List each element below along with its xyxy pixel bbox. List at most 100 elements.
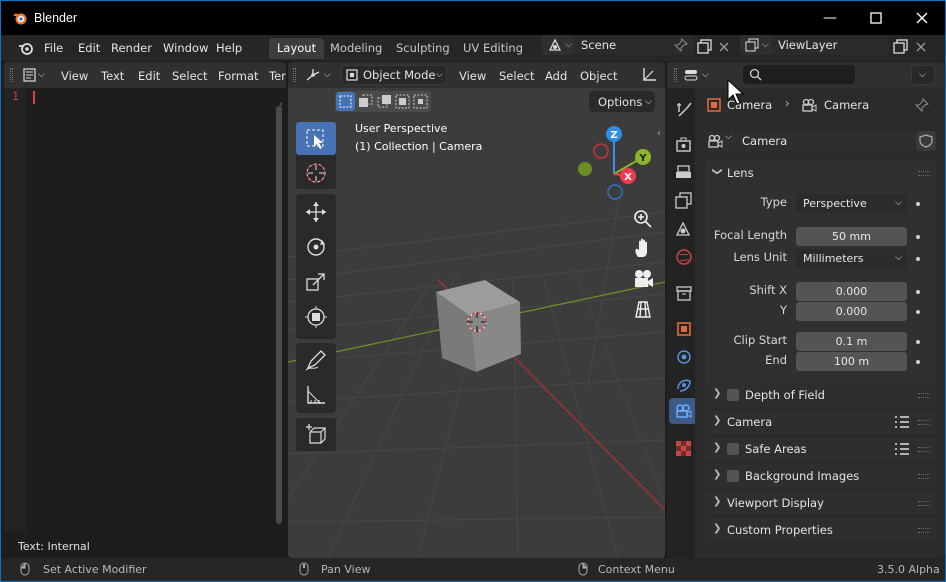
pin-icon[interactable] (674, 38, 688, 52)
blender-menu-icon[interactable] (18, 40, 34, 56)
text-menu-text[interactable]: Text (101, 69, 124, 83)
drag-handle-icon[interactable] (674, 68, 677, 82)
delete-viewlayer-icon[interactable] (916, 42, 926, 52)
rotate-tool[interactable] (296, 230, 336, 263)
properties-options-button[interactable]: ⌵ (911, 65, 935, 85)
text-menu-format[interactable]: Format (218, 69, 259, 83)
camera-panel[interactable]: ❯ Camera (705, 410, 936, 434)
perspective-grid-icon[interactable] (631, 297, 655, 321)
keyframe-dot-icon[interactable] (916, 360, 920, 364)
pan-hand-icon[interactable] (631, 237, 655, 261)
transform-orientation-icon[interactable] (641, 67, 657, 83)
menu-window[interactable]: Window (163, 41, 208, 55)
viewport-menu-select[interactable]: Select (499, 69, 534, 83)
panel-grip-icon[interactable] (918, 447, 930, 452)
select-extend-icon[interactable] (358, 94, 373, 109)
view-layer-tab-icon[interactable] (675, 192, 693, 210)
texture-tab-icon[interactable] (675, 440, 693, 458)
panel-grip-icon[interactable] (918, 474, 930, 479)
lens-panel-header[interactable]: ❯ Lens (705, 160, 936, 186)
panel-grip-icon[interactable] (918, 393, 930, 398)
panel-grip-icon[interactable] (918, 420, 930, 425)
viewport-display-panel[interactable]: ❯ Viewport Display (705, 491, 936, 515)
sidebar-toggle-icon[interactable]: ‹ (279, 100, 283, 110)
scene-name-field[interactable]: Scene (574, 35, 694, 55)
shift-x-field[interactable]: 0.000 (796, 282, 907, 301)
keyframe-dot-icon[interactable] (916, 310, 920, 314)
safe-areas-checkbox[interactable] (727, 443, 739, 455)
annotate-tool[interactable] (296, 343, 336, 376)
viewport-menu-view[interactable]: View (459, 69, 486, 83)
preset-list-icon[interactable] (894, 415, 910, 429)
safe-areas-panel[interactable]: ❯ Safe Areas (705, 437, 936, 461)
text-menu-edit[interactable]: Edit (138, 69, 160, 83)
collection-tab-icon[interactable] (675, 284, 693, 302)
tab-sculpting[interactable]: Sculpting (388, 38, 458, 59)
new-viewlayer-icon[interactable] (893, 39, 909, 55)
tool-settings-tab-icon[interactable] (675, 100, 693, 118)
tab-uv-editing[interactable]: UV Editing (455, 38, 531, 59)
render-tab-icon[interactable] (675, 136, 693, 154)
editor-type-button[interactable]: ⌵ (301, 65, 335, 85)
menu-file[interactable]: File (44, 41, 63, 55)
maximize-button[interactable] (853, 1, 899, 35)
move-tool[interactable] (296, 195, 336, 228)
editor-type-button[interactable]: ⌵ (681, 65, 713, 85)
camera-view-icon[interactable] (631, 267, 655, 291)
delete-scene-icon[interactable] (719, 42, 729, 52)
shift-y-field[interactable]: 0.000 (796, 302, 907, 321)
keyframe-dot-icon[interactable] (916, 202, 920, 206)
default-cube[interactable] (428, 274, 528, 379)
text-menu-view[interactable]: View (61, 69, 88, 83)
menu-render[interactable]: Render (111, 41, 152, 55)
options-dropdown[interactable]: Options ⌵ (589, 91, 655, 112)
keyframe-dot-icon[interactable] (916, 340, 920, 344)
menu-edit[interactable]: Edit (78, 41, 100, 55)
keyframe-dot-icon[interactable] (916, 290, 920, 294)
tab-layout[interactable]: Layout (269, 38, 325, 59)
tab-modeling[interactable]: Modeling (322, 38, 390, 59)
camera-datablock-name-field[interactable]: Camera (735, 131, 915, 151)
sidebar-toggle-icon[interactable]: ‹ (657, 128, 661, 139)
navigation-gizmo[interactable]: Z Y X (571, 122, 661, 202)
properties-search-input[interactable] (743, 65, 855, 84)
panel-grip-icon[interactable] (918, 171, 930, 176)
select-new-button[interactable] (336, 92, 355, 111)
depth-of-field-checkbox[interactable] (727, 389, 739, 401)
text-menu-select[interactable]: Select (172, 69, 207, 83)
editor-type-button[interactable]: ⌵ (19, 65, 49, 85)
menu-help[interactable]: Help (216, 41, 242, 55)
close-window-button[interactable] (899, 1, 945, 35)
text-menu-templates[interactable]: Ter (269, 69, 286, 83)
zoom-icon[interactable] (631, 207, 655, 231)
world-tab-icon[interactable] (675, 248, 693, 266)
depth-of-field-panel[interactable]: ❯ Depth of Field (705, 383, 936, 407)
drag-handle-icon[interactable] (293, 68, 296, 82)
panel-grip-icon[interactable] (918, 528, 930, 533)
vertical-scrollbar[interactable] (276, 106, 282, 524)
scale-tool[interactable] (296, 265, 336, 298)
cursor-tool[interactable] (296, 156, 336, 189)
keyframe-dot-icon[interactable] (916, 235, 920, 239)
object-tab-icon[interactable] (675, 320, 693, 338)
lens-type-dropdown[interactable]: Perspective ⌵ (796, 194, 907, 213)
viewport-menu-add[interactable]: Add (545, 69, 567, 83)
viewport-menu-object[interactable]: Object (580, 69, 617, 83)
clip-end-field[interactable]: 100 m (796, 352, 907, 371)
text-area[interactable] (26, 88, 274, 532)
select-invert-icon[interactable] (395, 94, 410, 109)
constraints-tab-icon[interactable] (675, 376, 693, 394)
lens-unit-dropdown[interactable]: Millimeters ⌵ (796, 249, 907, 268)
pin-icon[interactable] (915, 98, 929, 112)
preset-list-icon[interactable] (894, 442, 910, 456)
mode-dropdown[interactable]: Object Mode ⌵ (341, 65, 447, 85)
clip-start-field[interactable]: 0.1 m (796, 332, 907, 351)
select-box-tool[interactable] (296, 122, 336, 155)
panel-grip-icon[interactable] (918, 501, 930, 506)
background-images-checkbox[interactable] (727, 470, 739, 482)
minimize-button[interactable]: — (807, 1, 853, 35)
select-intersect-icon[interactable] (413, 94, 428, 109)
scene-tab-icon[interactable] (675, 220, 693, 238)
viewlayer-browse-button[interactable]: ⌵ (740, 35, 772, 55)
physics-tab-icon[interactable] (675, 348, 693, 366)
